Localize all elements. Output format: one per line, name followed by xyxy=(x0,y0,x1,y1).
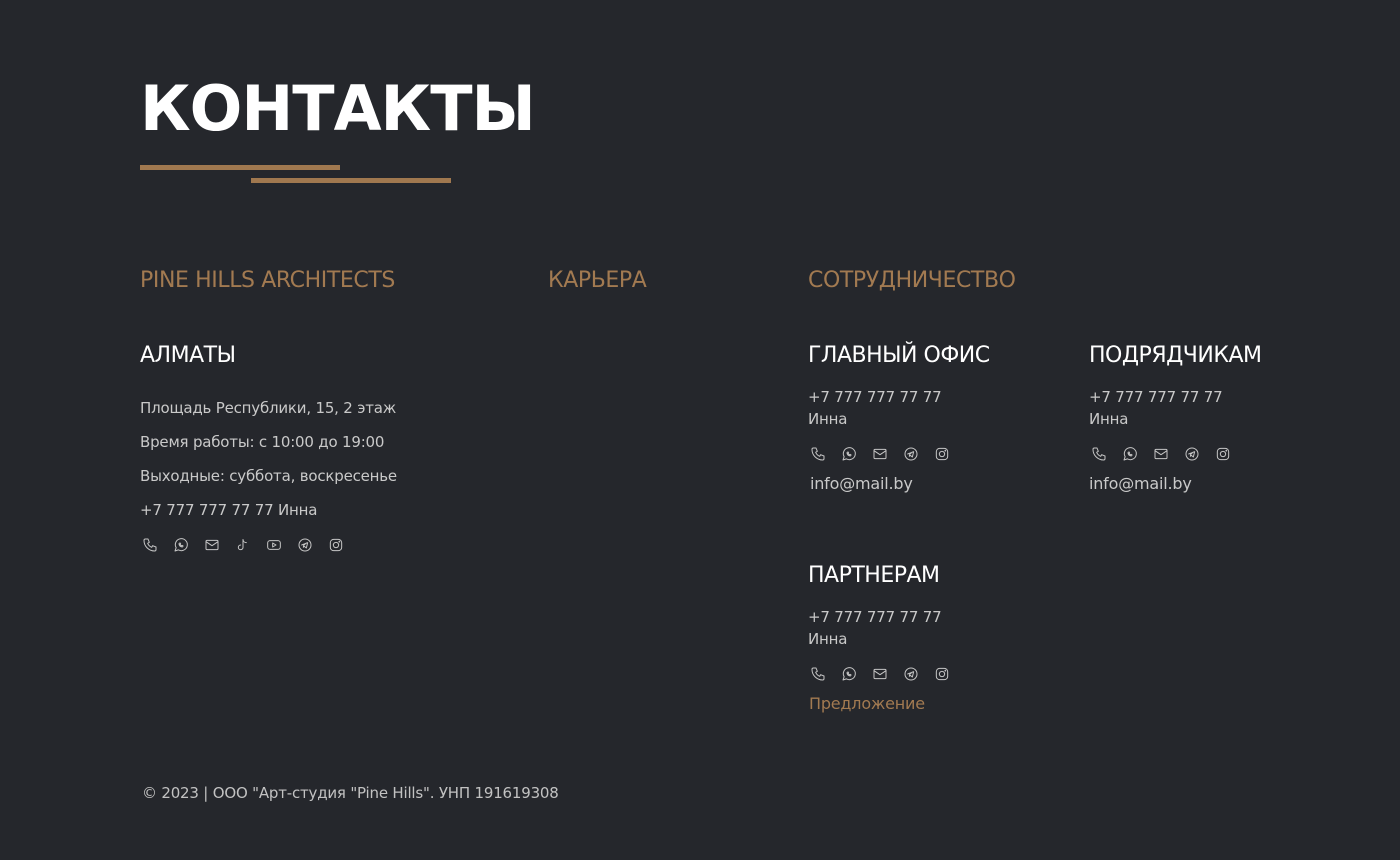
phone-icon[interactable] xyxy=(1089,444,1108,463)
almaty-social-icons xyxy=(140,535,345,554)
partners-social-icons xyxy=(808,664,951,683)
tab-career[interactable]: КАРЬЕРА xyxy=(548,268,647,294)
contractors-social-icons xyxy=(1089,444,1232,463)
instagram-icon[interactable] xyxy=(932,444,951,463)
whatsapp-icon[interactable] xyxy=(1120,444,1139,463)
tiktok-icon[interactable] xyxy=(233,535,252,554)
almaty-phone[interactable]: +7 777 777 77 77 Инна xyxy=(140,501,317,519)
phone-icon[interactable] xyxy=(140,535,159,554)
almaty-address: Площадь Республики, 15, 2 этаж xyxy=(140,399,397,417)
whatsapp-icon[interactable] xyxy=(171,535,190,554)
contractors-email-link[interactable]: info@mail.by xyxy=(1089,474,1192,493)
partners-phone[interactable]: +7 777 777 77 77 xyxy=(808,608,942,626)
main-office-heading: ГЛАВНЫЙ ОФИС xyxy=(808,343,990,368)
telegram-icon[interactable] xyxy=(901,444,920,463)
almaty-hours: Время работы: с 10:00 до 19:00 xyxy=(140,433,385,451)
almaty-days-off: Выходные: суббота, воскресенье xyxy=(140,467,397,485)
partners-offer-link[interactable]: Предложение xyxy=(809,694,925,713)
youtube-icon[interactable] xyxy=(264,535,283,554)
phone-icon[interactable] xyxy=(808,664,827,683)
mail-icon[interactable] xyxy=(870,664,889,683)
main-office-email-link[interactable]: info@mail.by xyxy=(810,474,913,493)
contractors-phone[interactable]: +7 777 777 77 77 xyxy=(1089,388,1223,406)
phone-icon[interactable] xyxy=(808,444,827,463)
footer-copyright: © 2023 | ООО "Арт-студия "Pine Hills". У… xyxy=(142,784,559,802)
instagram-icon[interactable] xyxy=(932,664,951,683)
partners-contact-name: Инна xyxy=(808,630,848,648)
whatsapp-icon[interactable] xyxy=(839,664,858,683)
contractors-contact-name: Инна xyxy=(1089,410,1129,428)
title-underline-upper xyxy=(140,165,340,170)
tab-pine-hills-architects[interactable]: PINE HILLS ARCHITECTS xyxy=(140,268,395,294)
instagram-icon[interactable] xyxy=(326,535,345,554)
whatsapp-icon[interactable] xyxy=(839,444,858,463)
main-office-contact-name: Инна xyxy=(808,410,848,428)
telegram-icon[interactable] xyxy=(1182,444,1201,463)
almaty-heading: АЛМАТЫ xyxy=(140,343,236,368)
partners-heading: ПАРТНЕРАМ xyxy=(808,563,940,588)
mail-icon[interactable] xyxy=(1151,444,1170,463)
telegram-icon[interactable] xyxy=(295,535,314,554)
mail-icon[interactable] xyxy=(202,535,221,554)
page-title: КОНТАКТЫ xyxy=(140,72,536,145)
mail-icon[interactable] xyxy=(870,444,889,463)
instagram-icon[interactable] xyxy=(1213,444,1232,463)
main-office-social-icons xyxy=(808,444,951,463)
title-underline-lower xyxy=(251,178,451,183)
contractors-heading: ПОДРЯДЧИКАМ xyxy=(1089,343,1262,368)
tab-cooperation[interactable]: СОТРУДНИЧЕСТВО xyxy=(808,268,1016,294)
telegram-icon[interactable] xyxy=(901,664,920,683)
main-office-phone[interactable]: +7 777 777 77 77 xyxy=(808,388,942,406)
